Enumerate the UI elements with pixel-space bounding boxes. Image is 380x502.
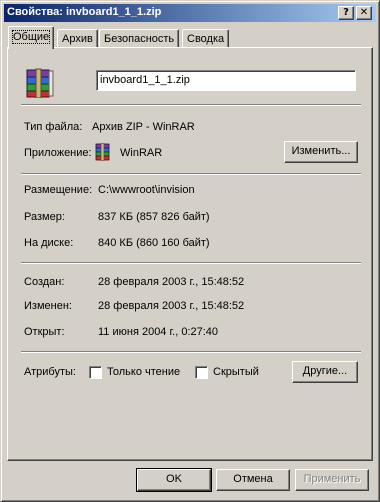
close-icon: ✕ [359, 7, 369, 18]
other-attributes-button[interactable]: Другие... [292, 361, 358, 383]
properties-dialog: Свойства: invboard1_1_1.zip ? ✕ Общие Ар… [0, 0, 380, 502]
opened-label: Открыт: [24, 326, 65, 338]
location-label: Размещение: [24, 184, 93, 196]
size-on-disk-value: 840 КБ (860 160 байт) [98, 237, 210, 249]
apply-button-label: Применить [303, 473, 361, 485]
change-button-label: Изменить... [291, 145, 351, 157]
readonly-label[interactable]: Только чтение [107, 366, 180, 378]
tab-summary[interactable]: Сводка [182, 29, 230, 49]
winrar-archive-icon [26, 68, 54, 98]
created-value: 28 февраля 2003 г., 15:48:52 [98, 276, 245, 288]
modified-label: Изменен: [24, 300, 72, 312]
tab-general-label: Общие [11, 30, 51, 44]
window-title: Свойства: invboard1_1_1.zip [7, 6, 162, 18]
tab-archive[interactable]: Архив [57, 29, 98, 49]
file-type-value: Архив ZIP - WinRAR [92, 121, 195, 133]
separator [21, 104, 361, 106]
help-button[interactable]: ? [338, 6, 354, 20]
application-label: Приложение: [24, 147, 92, 159]
file-type-label: Тип файла: [24, 121, 83, 133]
modified-value: 28 февраля 2003 г., 15:48:52 [98, 300, 245, 312]
location-value: C:\wwwroot\invision [98, 184, 195, 196]
opened-value: 11 июня 2004 г., 0:27:40 [98, 326, 219, 338]
attributes-label: Атрибуты: [24, 366, 76, 378]
readonly-checkbox[interactable] [89, 366, 102, 379]
size-value: 837 КБ (857 826 байт) [98, 211, 210, 223]
separator [21, 262, 361, 264]
created-label: Создан: [24, 276, 65, 288]
close-button[interactable]: ✕ [356, 6, 372, 20]
general-tab-panel: invboard1_1_1.zip Тип файла: Архив ZIP -… [7, 47, 373, 461]
ok-button-label: OK [166, 473, 182, 485]
tab-summary-label: Сводка [187, 33, 225, 45]
tab-security[interactable]: Безопасность [99, 29, 180, 49]
winrar-icon [95, 143, 110, 161]
application-value: WinRAR [120, 147, 163, 159]
file-name-value: invboard1_1_1.zip [100, 74, 190, 86]
tab-general[interactable]: Общие [8, 26, 55, 49]
tab-archive-label: Архив [62, 33, 93, 45]
title-bar[interactable]: Свойства: invboard1_1_1.zip ? ✕ [4, 4, 376, 22]
hidden-label[interactable]: Скрытый [213, 366, 259, 378]
cancel-button[interactable]: Отмена [216, 469, 290, 491]
change-button[interactable]: Изменить... [284, 141, 358, 163]
apply-button: Применить [295, 469, 369, 491]
file-name-input[interactable]: invboard1_1_1.zip [96, 70, 356, 91]
help-icon: ? [343, 7, 349, 18]
other-attributes-button-label: Другие... [302, 365, 348, 377]
hidden-checkbox[interactable] [195, 366, 208, 379]
separator [21, 173, 361, 175]
size-label: Размер: [24, 211, 65, 223]
cancel-button-label: Отмена [233, 473, 273, 485]
size-on-disk-label: На диске: [24, 237, 74, 249]
separator [21, 351, 361, 353]
ok-button[interactable]: OK [136, 468, 212, 492]
tab-security-label: Безопасность [104, 33, 175, 45]
